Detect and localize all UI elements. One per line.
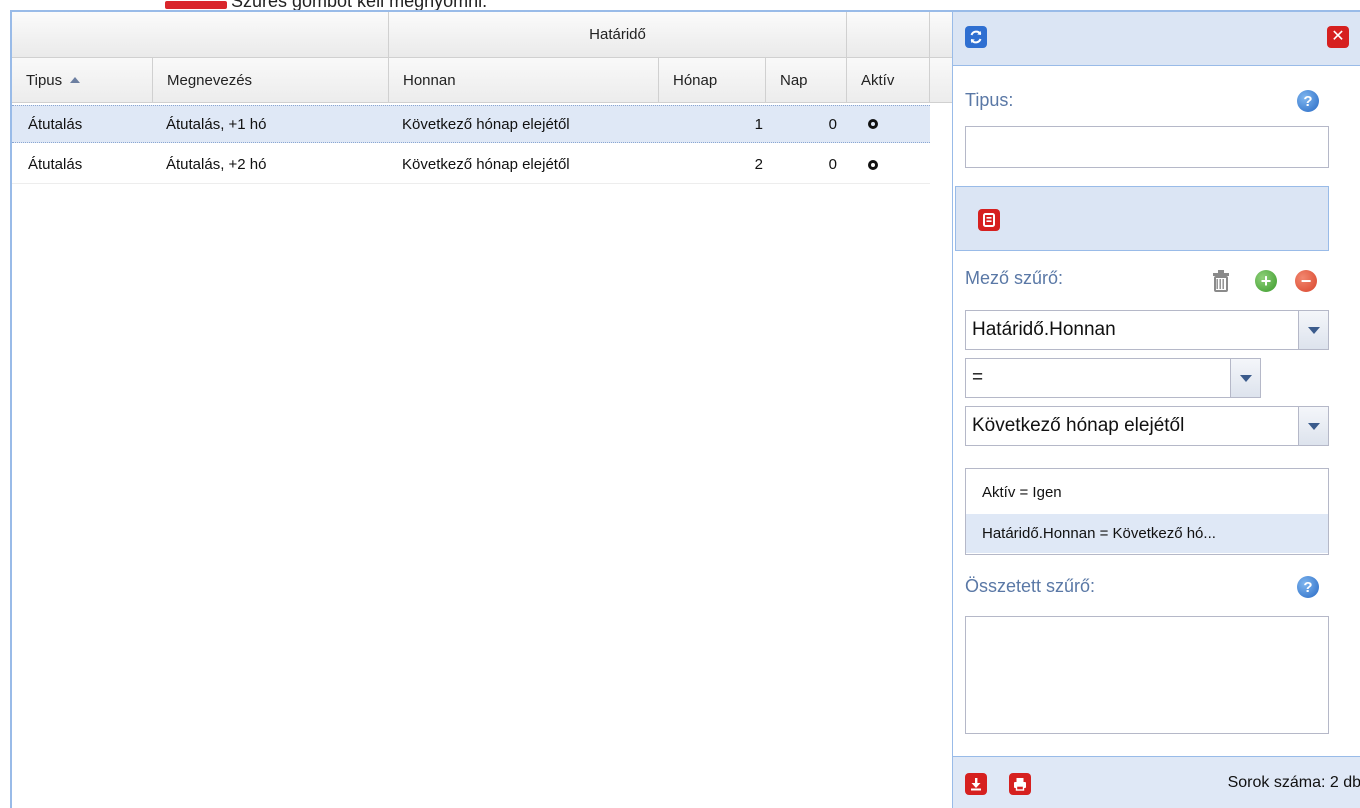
data-grid: Határidő Tipus Megnevezés Honnan Hónap N… <box>10 10 953 808</box>
field-filter-label: Mező szűrő: <box>965 268 1064 288</box>
field-select-value: Határidő.Honnan <box>972 319 1116 340</box>
compound-filter-label: Összetett szűrő: <box>965 576 1096 596</box>
help-icon[interactable]: ? <box>1297 90 1319 112</box>
minus-icon[interactable]: − <box>1295 270 1317 292</box>
column-header-honap-label: Hónap <box>673 71 718 89</box>
column-header-tipus[interactable]: Tipus <box>12 58 153 102</box>
group-header-hatarido: Határidő <box>389 12 847 57</box>
filter-toolbar <box>955 186 1329 251</box>
help-icon[interactable]: ? <box>1297 576 1319 598</box>
column-header-nap-label: Nap <box>780 71 808 89</box>
operator-select-value: = <box>972 367 984 388</box>
chevron-down-icon[interactable] <box>1298 311 1328 349</box>
panel-header: ✕ <box>953 12 1360 66</box>
list-item[interactable]: Határidő.Honnan = Következő hó... <box>966 514 1328 553</box>
column-header-aktiv[interactable]: Aktív <box>847 58 930 102</box>
value-select[interactable]: Következő hónap elejétől <box>965 406 1329 446</box>
column-header-nap[interactable]: Nap <box>766 58 847 102</box>
panel-body: Tipus: ? Mező szűrő: + − Határidő.Honnan… <box>953 66 1360 756</box>
cell-aktiv <box>868 106 878 142</box>
group-header-empty-right <box>847 12 930 57</box>
compound-filter-textarea[interactable] <box>965 616 1329 734</box>
row-count: Sorok száma: 2 db <box>1227 774 1360 791</box>
column-header-honap[interactable]: Hónap <box>659 58 766 102</box>
column-header-aktiv-label: Aktív <box>861 71 895 89</box>
field-select[interactable]: Határidő.Honnan <box>965 310 1329 350</box>
group-header-empty <box>12 12 389 57</box>
column-header-tipus-label: Tipus <box>26 71 63 89</box>
column-header-honnan[interactable]: Honnan <box>389 58 659 102</box>
table-row[interactable]: Átutalás Átutalás, +1 hó Következő hónap… <box>12 105 930 143</box>
active-filters-list: Aktív = Igen Határidő.Honnan = Következő… <box>965 468 1329 555</box>
cell-aktiv <box>868 146 878 183</box>
cell-nap: 0 <box>828 115 837 133</box>
cell-megnevezes: Átutalás, +1 hó <box>166 115 267 133</box>
table-row[interactable]: Átutalás Átutalás, +2 hó Következő hónap… <box>12 146 930 184</box>
tipus-label: Tipus: <box>965 90 1014 110</box>
column-header-megnevezes-label: Megnevezés <box>167 71 253 89</box>
active-dot-icon <box>868 119 878 129</box>
cell-nap: 0 <box>828 156 837 173</box>
cell-honnan: Következő hónap elejétől <box>402 115 570 133</box>
clipped-caption: Szűrés gombot kell megnyomni. <box>165 0 487 11</box>
sort-ascending-icon <box>70 77 81 83</box>
grid-column-header-row: Tipus Megnevezés Honnan Hónap Nap Aktív <box>12 58 953 103</box>
refresh-icon[interactable] <box>965 26 987 48</box>
filter-panel: ✕ Tipus: ? Mező szűrő: + − Határidő.Honn… <box>952 10 1360 808</box>
column-header-honnan-label: Honnan <box>403 71 456 89</box>
chevron-down-icon[interactable] <box>1298 407 1328 445</box>
value-select-value: Következő hónap elejétől <box>972 415 1185 436</box>
column-header-megnevezes[interactable]: Megnevezés <box>153 58 389 102</box>
list-item[interactable]: Aktív = Igen <box>966 473 1328 512</box>
cell-megnevezes: Átutalás, +2 hó <box>166 156 267 173</box>
panel-footer: Sorok száma: 2 db <box>953 756 1360 808</box>
operator-select[interactable]: = <box>965 358 1261 398</box>
cell-tipus: Átutalás <box>28 115 83 133</box>
cell-tipus: Átutalás <box>28 156 83 173</box>
grid-group-header-row: Határidő <box>12 12 953 58</box>
document-icon[interactable] <box>978 209 1000 231</box>
cell-honnan: Következő hónap elejétől <box>402 156 570 173</box>
cell-honap: 2 <box>754 156 763 173</box>
download-icon[interactable] <box>965 773 987 795</box>
cell-honap: 1 <box>754 115 763 133</box>
chevron-down-icon[interactable] <box>1230 359 1260 397</box>
active-dot-icon <box>868 159 878 170</box>
tipus-input[interactable] <box>965 126 1329 168</box>
print-icon[interactable] <box>1009 773 1031 795</box>
plus-icon[interactable]: + <box>1255 270 1277 292</box>
close-icon[interactable]: ✕ <box>1327 26 1349 48</box>
red-bar-icon <box>165 1 227 9</box>
trash-icon[interactable] <box>1211 269 1231 293</box>
